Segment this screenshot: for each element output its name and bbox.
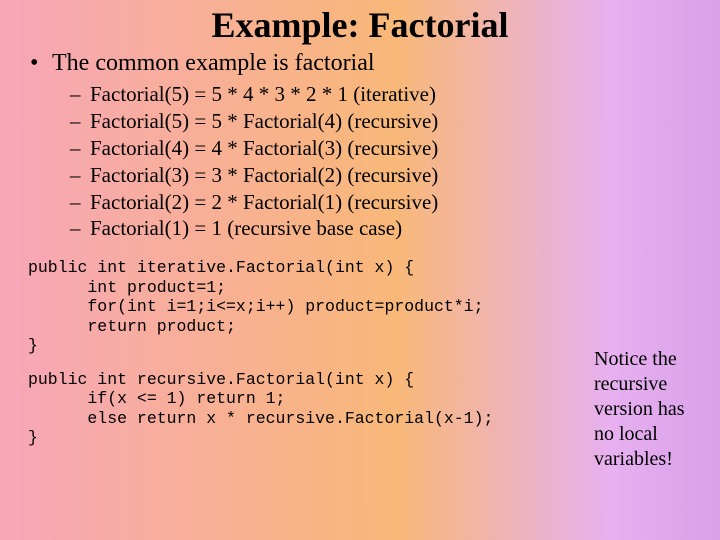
slide-title: Example: Factorial (144, 0, 576, 48)
main-bullet: The common example is factorial (24, 50, 696, 77)
sub-bullet: Factorial(5) = 5 * 4 * 3 * 2 * 1 (iterat… (90, 81, 696, 108)
code-iterative: public int iterative.Factorial(int x) { … (24, 258, 696, 355)
sub-bullet: Factorial(4) = 4 * Factorial(3) (recursi… (90, 135, 696, 162)
sub-bullet-list: Factorial(5) = 5 * 4 * 3 * 2 * 1 (iterat… (24, 81, 696, 242)
note-callout: Notice the recursive version has no loca… (594, 347, 704, 472)
sub-bullet: Factorial(1) = 1 (recursive base case) (90, 215, 696, 242)
sub-bullet: Factorial(5) = 5 * Factorial(4) (recursi… (90, 108, 696, 135)
sub-bullet: Factorial(2) = 2 * Factorial(1) (recursi… (90, 189, 696, 216)
sub-bullet: Factorial(3) = 3 * Factorial(2) (recursi… (90, 162, 696, 189)
slide: Example: Factorial The common example is… (0, 0, 720, 540)
